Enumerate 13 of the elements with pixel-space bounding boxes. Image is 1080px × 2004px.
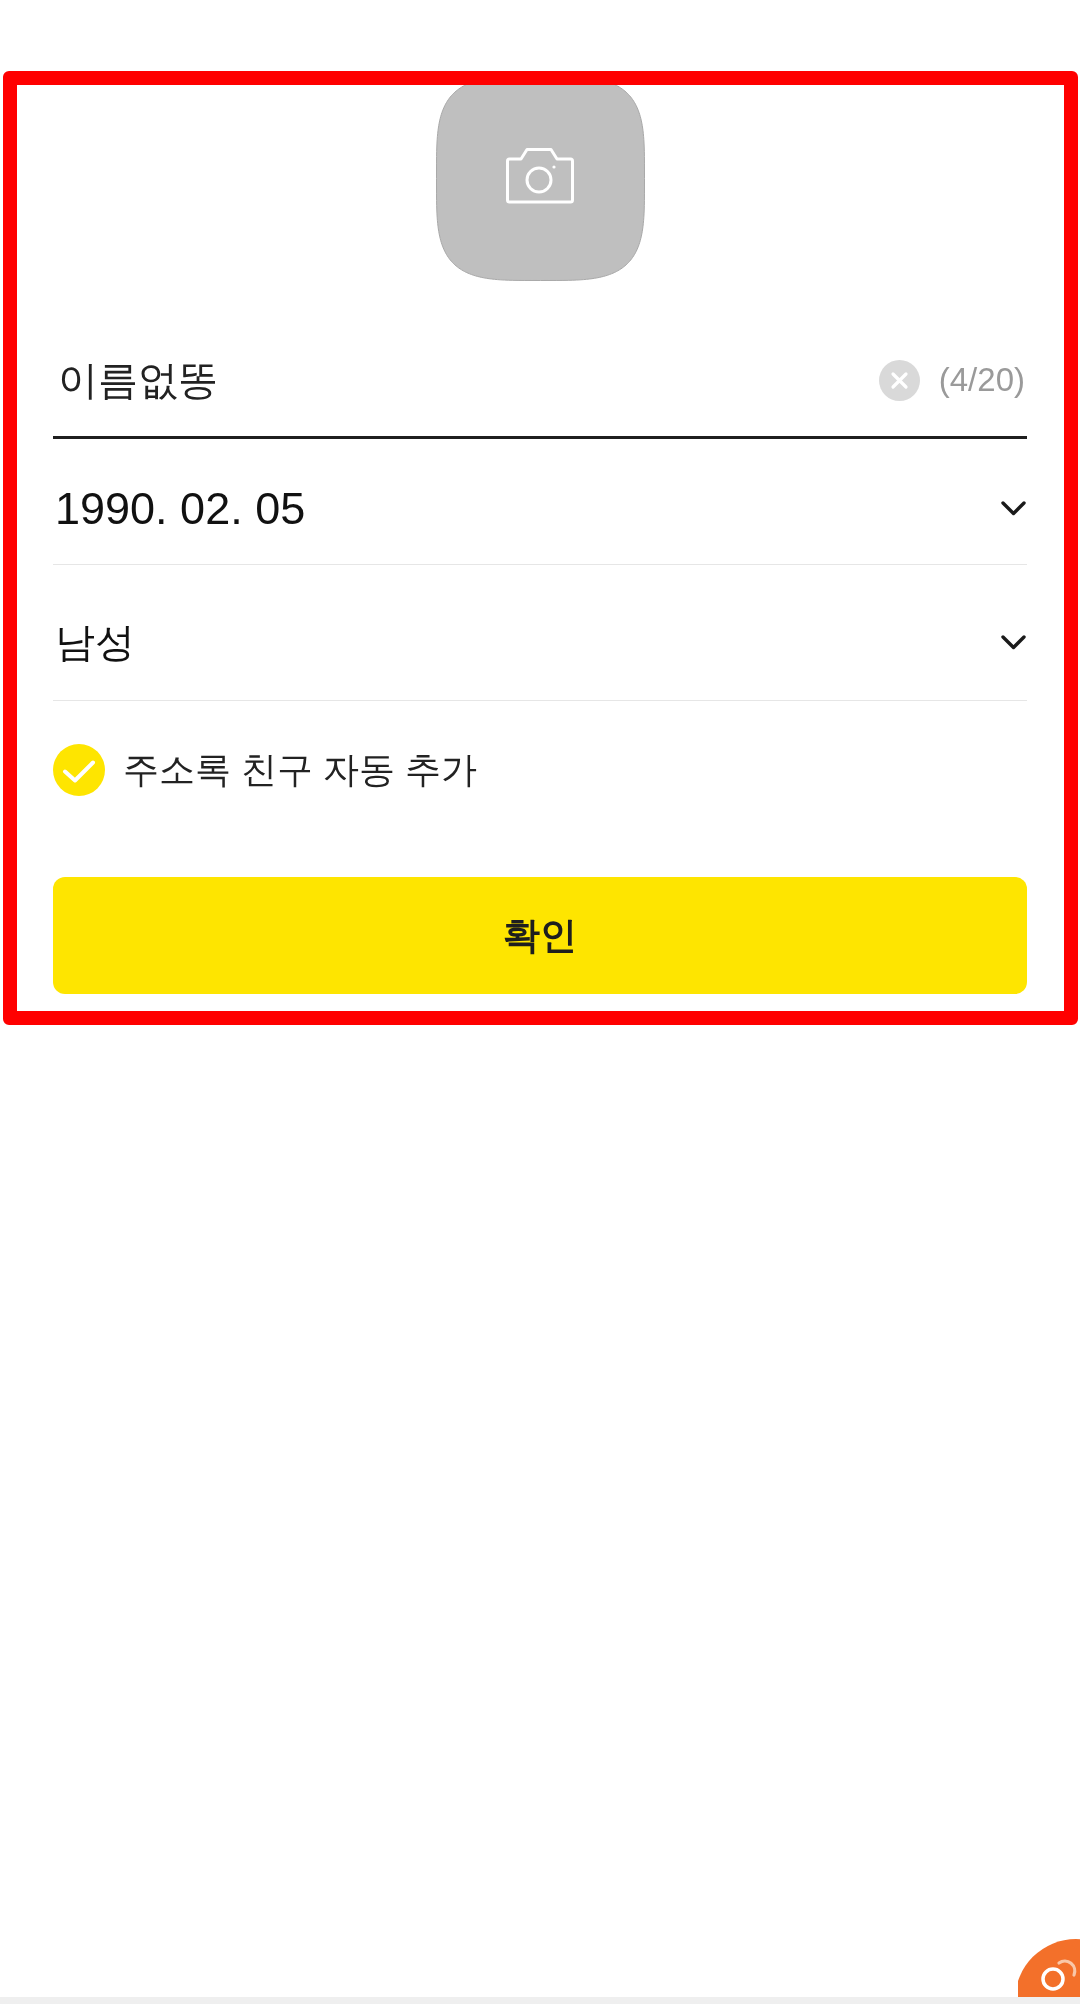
name-input-field[interactable]: 이름없똥 (4/20) [53,324,1027,439]
checkbox[interactable] [53,744,105,796]
checkbox-label[interactable]: 주소록 친구 자동 추가 [123,745,477,795]
rings-icon [1041,1959,1077,1991]
character-counter: (4/20) [938,361,1025,399]
chevron-down-icon [1001,500,1026,517]
confirm-button[interactable]: 확인 [53,877,1027,994]
floating-button[interactable] [1018,1938,1080,1997]
chevron-down-icon [1001,634,1026,651]
camera-icon [505,148,574,204]
gender-dropdown[interactable]: 남성 [53,565,1027,701]
name-value: 이름없똥 [58,356,218,404]
birthdate-dropdown[interactable]: 1990. 02. 05 [53,439,1027,565]
